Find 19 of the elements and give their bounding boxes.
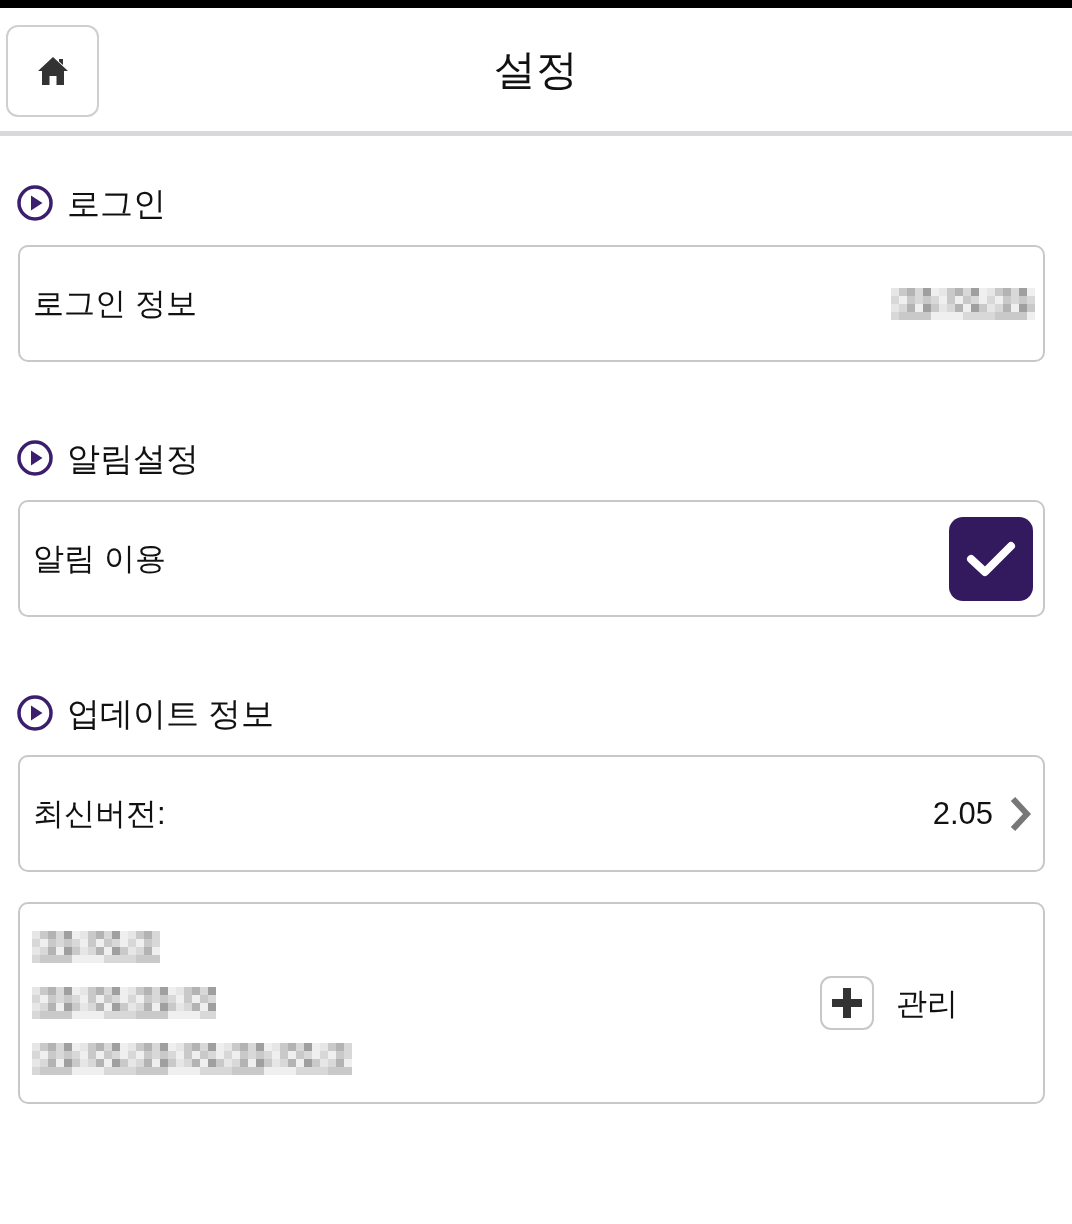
row-label: 로그인 정보 bbox=[33, 288, 197, 319]
section-title: 업데이트 정보 bbox=[67, 696, 275, 730]
play-circle-icon bbox=[17, 440, 53, 476]
row-label: 알림 이용 bbox=[33, 543, 166, 574]
check-icon bbox=[966, 540, 1016, 577]
page-title: 설정 bbox=[494, 48, 578, 91]
section-title: 알림설정 bbox=[67, 441, 199, 475]
row-label: 최신버전: bbox=[33, 798, 166, 829]
section-title: 로그인 bbox=[67, 186, 166, 220]
home-button[interactable] bbox=[6, 24, 99, 117]
chevron-right-icon bbox=[1009, 795, 1031, 832]
manage-button[interactable]: 관리 bbox=[820, 976, 958, 1030]
play-circle-icon bbox=[17, 695, 53, 731]
version-row[interactable]: 최신버전: 2.05 bbox=[18, 755, 1045, 872]
home-icon bbox=[36, 55, 69, 86]
plus-icon bbox=[820, 976, 874, 1030]
checkbox[interactable] bbox=[949, 516, 1033, 601]
play-circle-icon bbox=[17, 185, 53, 221]
version-value: 2.05 bbox=[932, 798, 993, 829]
